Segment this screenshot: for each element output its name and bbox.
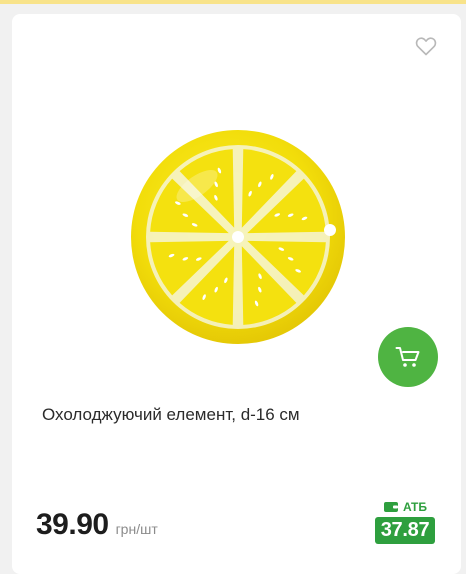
- add-to-cart-button[interactable]: [378, 327, 438, 387]
- product-card[interactable]: Охолоджуючий елемент, d-16 см 39.90 грн/…: [12, 14, 461, 574]
- favorite-button[interactable]: [414, 34, 438, 58]
- promo-price-block: АТБ 37.87: [372, 500, 438, 544]
- product-price: 39.90: [36, 508, 109, 541]
- promo-label: АТБ: [383, 500, 427, 514]
- product-title[interactable]: Охолоджуючий елемент, d-16 см: [42, 404, 422, 426]
- price-unit: грн/шт: [115, 521, 158, 537]
- shopping-cart-icon: [395, 347, 420, 367]
- wallet-icon: [383, 502, 398, 512]
- price-block: 39.90 грн/шт: [36, 508, 158, 542]
- promo-label-text: АТБ: [402, 500, 428, 514]
- promo-price: 37.87: [374, 517, 436, 544]
- heart-outline-icon: [415, 37, 437, 56]
- product-image[interactable]: [127, 126, 349, 348]
- top-accent-bar: [0, 0, 466, 4]
